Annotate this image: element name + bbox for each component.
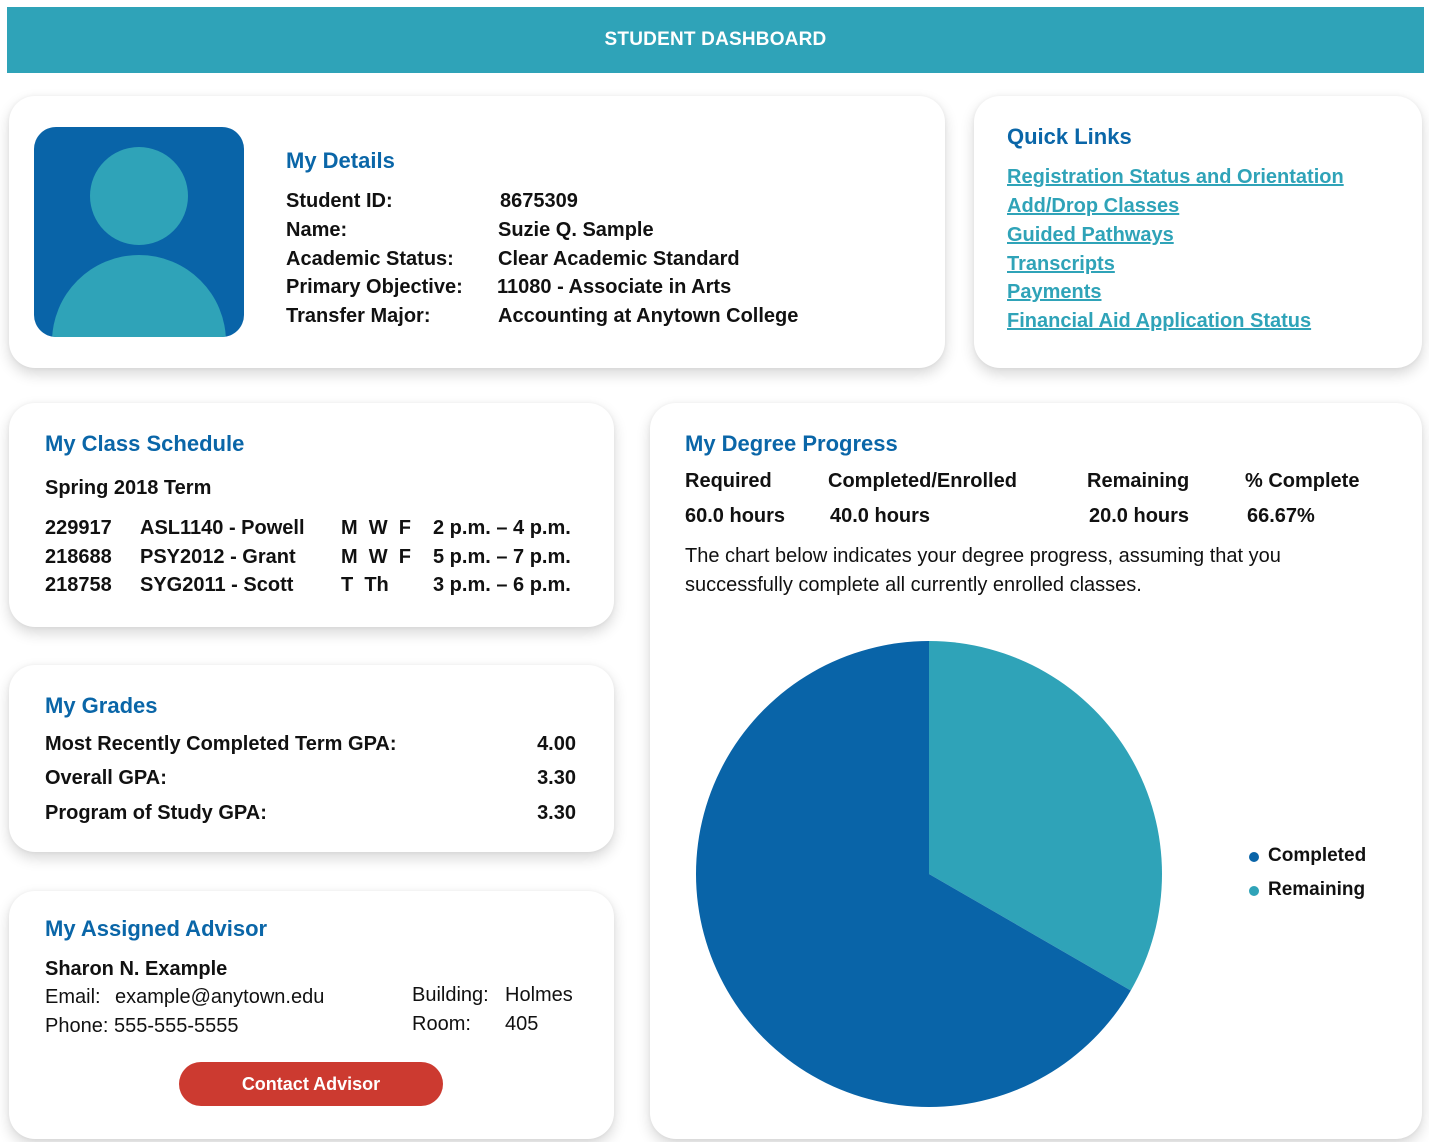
academic-status-label: Academic Status:	[286, 248, 454, 270]
completed-value: 40.0 hours	[830, 505, 931, 527]
transfer-major-value: Accounting at Anytown College	[498, 305, 799, 327]
avatar-head	[90, 147, 188, 245]
remaining-value: 20.0 hours	[1089, 505, 1190, 527]
details-heading: My Details	[286, 148, 395, 173]
class-id: 218758	[45, 574, 112, 596]
class-time: 3 p.m. – 6 p.m.	[433, 574, 571, 596]
link-payments[interactable]: Payments	[1007, 281, 1102, 304]
grades-heading: My Grades	[45, 693, 158, 718]
legend-completed-label: Completed	[1268, 845, 1367, 866]
advisor-email-label: Email:	[45, 986, 101, 1008]
required-value: 60.0 hours	[685, 505, 786, 527]
dashboard-header: STUDENT DASHBOARD	[7, 7, 1424, 73]
advisor-building: Holmes	[505, 984, 573, 1006]
link-registration-status[interactable]: Registration Status and Orientation	[1007, 166, 1344, 189]
legend-remaining-label: Remaining	[1268, 879, 1366, 900]
class-days: M W F	[341, 546, 411, 568]
contact-advisor-button[interactable]: Contact Advisor	[179, 1062, 443, 1106]
advisor-name: Sharon N. Example	[45, 958, 228, 980]
primary-objective-label: Primary Objective:	[286, 276, 463, 298]
completed-header: Completed/Enrolled	[828, 470, 1017, 492]
class-course: ASL1140 - Powell	[140, 517, 305, 539]
advisor-room: 405	[505, 1013, 539, 1035]
quick-links-heading: Quick Links	[1007, 124, 1132, 149]
student-id-label: Student ID:	[286, 190, 393, 212]
advisor-heading: My Assigned Advisor	[45, 916, 268, 941]
class-time: 2 p.m. – 4 p.m.	[433, 517, 571, 539]
schedule-term: Spring 2018 Term	[45, 477, 212, 499]
advisor-phone-label: Phone:	[45, 1015, 109, 1037]
percent-value: 66.67%	[1247, 505, 1315, 527]
link-transcripts[interactable]: Transcripts	[1007, 253, 1115, 276]
dashboard-title: STUDENT DASHBOARD	[604, 29, 827, 50]
name-value: Suzie Q. Sample	[498, 219, 654, 241]
required-header: Required	[685, 470, 772, 492]
overall-gpa-value: 3.30	[537, 767, 576, 789]
advisor-building-label: Building:	[412, 984, 489, 1006]
progress-description-line2: successfully complete all currently enro…	[685, 574, 1142, 596]
program-gpa-label: Program of Study GPA:	[45, 802, 267, 824]
schedule-heading: My Class Schedule	[45, 431, 245, 456]
student-id-value: 8675309	[500, 190, 578, 212]
program-gpa-value: 3.30	[537, 802, 576, 824]
transfer-major-label: Transfer Major:	[286, 305, 431, 327]
class-time: 5 p.m. – 7 p.m.	[433, 546, 571, 568]
avatar-body	[52, 255, 226, 337]
link-financial-aid-status[interactable]: Financial Aid Application Status	[1007, 310, 1311, 333]
degree-progress-pie-chart	[696, 641, 1162, 1107]
class-course: PSY2012 - Grant	[140, 546, 296, 568]
link-guided-pathways[interactable]: Guided Pathways	[1007, 224, 1174, 247]
legend-remaining-swatch	[1249, 886, 1259, 896]
legend-completed-swatch	[1249, 852, 1259, 862]
advisor-email[interactable]: example@anytown.edu	[115, 986, 324, 1009]
overall-gpa-label: Overall GPA:	[45, 767, 167, 789]
class-days: M W F	[341, 517, 411, 539]
progress-heading: My Degree Progress	[685, 431, 898, 456]
link-add-drop-classes[interactable]: Add/Drop Classes	[1007, 195, 1179, 218]
class-id: 229917	[45, 517, 112, 539]
class-course: SYG2011 - Scott	[140, 574, 294, 596]
avatar-icon	[34, 127, 244, 337]
percent-header: % Complete	[1245, 470, 1360, 492]
term-gpa-label: Most Recently Completed Term GPA:	[45, 733, 397, 755]
term-gpa-value: 4.00	[537, 733, 576, 755]
name-label: Name:	[286, 219, 348, 241]
primary-objective-value: 11080 - Associate in Arts	[497, 276, 732, 298]
academic-status-value: Clear Academic Standard	[498, 248, 740, 270]
class-days: T Th	[341, 574, 389, 596]
remaining-header: Remaining	[1087, 470, 1190, 492]
advisor-room-label: Room:	[412, 1013, 471, 1035]
advisor-phone: 555-555-5555	[114, 1015, 239, 1037]
progress-description-line1: The chart below indicates your degree pr…	[685, 545, 1281, 567]
class-id: 218688	[45, 546, 112, 568]
